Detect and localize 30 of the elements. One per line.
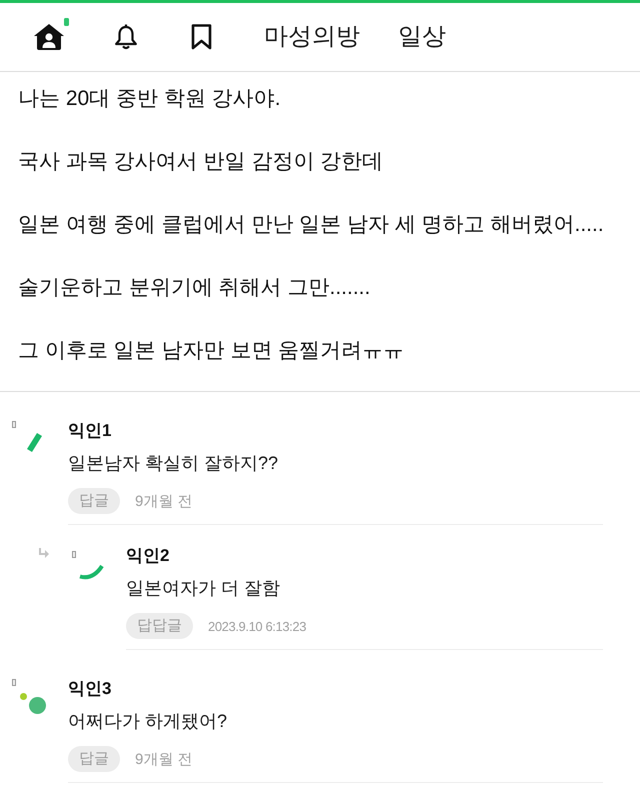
post-paragraph: 일본 여행 중에 클럽에서 만난 일본 남자 세 명하고 해버렸어..... <box>18 212 605 238</box>
placeholder-icon <box>72 551 76 558</box>
reply-button[interactable]: 답답글 <box>126 613 193 639</box>
comment-author: 익인3 <box>68 679 112 699</box>
reply-button[interactable]: 답글 <box>68 746 120 772</box>
bookmark-icon[interactable] <box>191 24 212 50</box>
post-paragraph: 국사 과목 강사여서 반일 감정이 강한데 <box>18 149 384 175</box>
reply-arrow-icon <box>38 548 49 558</box>
post-paragraph: 술기운하고 분위기에 취해서 그만....... <box>18 275 372 301</box>
comment-author: 익인1 <box>68 421 112 441</box>
comment-time: 9개월 전 <box>135 750 193 768</box>
comment-text: 어쩌다가 하게됐어? <box>68 710 228 733</box>
post-paragraph: 그 이후로 일본 남자만 보면 움찔거려ㅠㅠ <box>18 338 406 364</box>
board-tab[interactable]: 마성의방 <box>264 22 360 52</box>
board-tab[interactable]: 일상 <box>398 22 446 52</box>
comment-text: 일본여자가 더 잘함 <box>126 577 282 600</box>
comment-text: 일본남자 확실히 잘하지?? <box>68 452 280 475</box>
placeholder-icon <box>12 421 16 428</box>
reply-button[interactable]: 답글 <box>68 488 120 514</box>
comment-time: 9개월 전 <box>135 492 193 510</box>
post-paragraph: 나는 20대 중반 학원 강사야. <box>18 86 282 112</box>
dash-icon <box>27 433 42 452</box>
comment-author: 익인2 <box>126 546 170 566</box>
home-icon[interactable] <box>34 24 64 50</box>
dot-icon <box>29 697 46 714</box>
comment-time: 2023.9.10 6:13:23 <box>208 618 306 634</box>
placeholder-icon <box>12 679 16 686</box>
arc-icon <box>78 563 104 580</box>
dot-icon <box>20 693 27 700</box>
bell-icon[interactable] <box>114 24 138 50</box>
